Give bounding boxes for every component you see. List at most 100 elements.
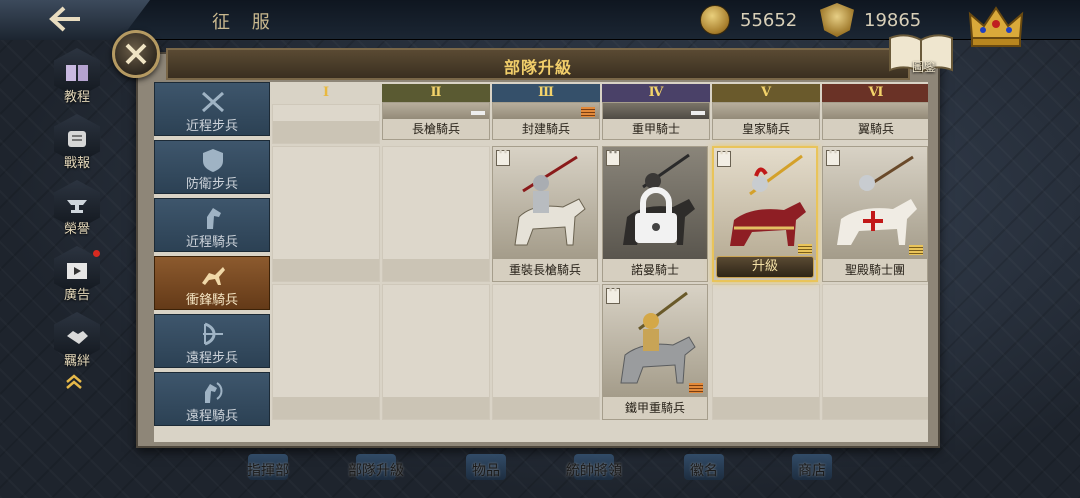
charging-horse-icon — [202, 267, 225, 285]
tower-icon — [606, 150, 620, 166]
grid-cell — [382, 284, 490, 420]
grid-cell — [382, 146, 490, 282]
scroll-icon — [68, 131, 86, 147]
unit-name: 封建騎兵 — [493, 119, 599, 139]
close-icon — [125, 43, 147, 65]
rank-badge-icon — [909, 245, 923, 255]
side-item-battle-report[interactable]: 戰報 — [54, 114, 100, 180]
unit-card-partial[interactable]: 翼騎兵 — [822, 102, 928, 140]
troop-upgrade-panel: 部隊升級 近程步兵 防衛步兵 近程騎兵 衝鋒騎兵 遠程步兵 遠程騎兵 Ⅰ Ⅱ Ⅲ… — [136, 48, 940, 448]
unit-card-partial[interactable]: 封建騎兵 — [492, 102, 600, 140]
anvil-icon — [67, 200, 87, 213]
grid-cell — [272, 284, 380, 420]
side-item-tutorial[interactable]: 教程 — [54, 48, 100, 114]
category-charge-cavalry[interactable]: 衝鋒騎兵 — [154, 256, 270, 310]
side-item-label: 戰報 — [63, 156, 90, 171]
screen-title: 征 服 — [212, 12, 278, 33]
category-ranged-cavalry[interactable]: 遠程騎兵 — [154, 372, 270, 426]
tab-emblem[interactable]: 徽名 — [654, 454, 754, 488]
tier-header-4: Ⅳ — [602, 84, 710, 102]
side-item-ads[interactable]: 廣告 — [54, 246, 100, 312]
book-icon — [66, 65, 88, 81]
category-label: 遠程步兵 — [185, 351, 238, 366]
film-icon — [67, 263, 87, 279]
tower-icon — [606, 288, 620, 304]
grid-cell — [822, 284, 928, 420]
tab-label: 商店 — [798, 463, 826, 479]
unit-card-norman-knight[interactable]: 諾曼騎士 — [602, 146, 708, 282]
upgrade-button[interactable]: 升級 — [716, 256, 814, 278]
category-defense-infantry[interactable]: 防衛步兵 — [154, 140, 270, 194]
unit-name: 諾曼騎士 — [603, 259, 707, 281]
tab-label: 徽名 — [690, 463, 718, 479]
unit-name: 皇家騎兵 — [713, 119, 819, 139]
category-label: 近程騎兵 — [185, 235, 238, 250]
tab-label: 指揮部 — [247, 463, 289, 479]
tower-icon — [717, 151, 731, 167]
category-melee-infantry[interactable]: 近程步兵 — [154, 82, 270, 136]
panel-title: 部隊升級 — [503, 58, 572, 77]
grid-cell — [712, 284, 820, 420]
unit-card-royal-knight[interactable]: 升級 — [712, 146, 818, 282]
shield-icon — [203, 149, 223, 172]
notification-dot — [93, 250, 100, 257]
tab-items[interactable]: 物品 — [436, 454, 536, 488]
tab-generals[interactable]: 統帥將領 — [544, 454, 644, 488]
unit-name: 重甲騎士 — [603, 119, 709, 139]
side-item-label: 羈絆 — [63, 354, 90, 369]
tab-troop-upgrade[interactable]: 部隊升級 — [326, 454, 426, 488]
category-label: 遠程騎兵 — [185, 409, 238, 424]
unit-name: 長槍騎兵 — [383, 119, 489, 139]
tier-header-2: Ⅱ — [382, 84, 490, 102]
bottom-nav: 指揮部 部隊升級 物品 統帥將領 徽名 商店 — [0, 450, 1080, 498]
grid-cell — [492, 284, 600, 420]
unit-card-partial[interactable]: 皇家騎兵 — [712, 102, 820, 140]
unit-name: 翼騎兵 — [823, 119, 928, 139]
rank-badge-icon — [798, 244, 812, 254]
tab-headquarters[interactable]: 指揮部 — [218, 454, 318, 488]
unit-name: 重裝長槍騎兵 — [493, 259, 597, 281]
tier-header-1: Ⅰ — [322, 85, 330, 100]
tier-header-5: Ⅴ — [712, 84, 820, 102]
unit-card-templar[interactable]: 聖殿騎士團 — [822, 146, 928, 282]
category-label: 衝鋒騎兵 — [185, 293, 238, 308]
side-item-bonds[interactable]: 羈絆 — [54, 312, 100, 378]
bow-icon — [203, 322, 223, 346]
chevron-up-icon[interactable] — [64, 372, 84, 392]
side-item-label: 教程 — [63, 90, 90, 105]
horse-head-icon — [207, 208, 221, 229]
side-item-label: 榮譽 — [63, 222, 90, 237]
gold-counter: 55652 — [700, 4, 797, 36]
unit-name: 聖殿騎士團 — [823, 259, 927, 281]
grid-cell — [272, 146, 380, 282]
unit-card-iron-cavalry[interactable]: 鐵甲重騎兵 — [602, 284, 708, 420]
side-menu: 教程 戰報 榮譽 廣告 羈絆 — [54, 48, 102, 378]
side-item-honor[interactable]: 榮譽 — [54, 180, 100, 246]
unit-card-partial[interactable]: 長槍騎兵 — [382, 102, 490, 140]
crown-icon[interactable] — [966, 2, 1026, 50]
category-label: 防衛步兵 — [185, 177, 238, 192]
gold-coin-icon — [700, 5, 730, 35]
close-button[interactable] — [112, 30, 160, 78]
handshake-icon — [67, 331, 88, 344]
tower-icon — [826, 150, 840, 166]
grid-cell — [272, 104, 380, 144]
lock-icon — [635, 187, 677, 243]
panel-header: 部隊升級 — [166, 48, 910, 80]
unit-card-heavy-lancer[interactable]: 重裝長槍騎兵 — [492, 146, 598, 282]
unit-card-partial[interactable]: 重甲騎士 — [602, 102, 710, 140]
upgrade-grid: 近程步兵 防衛步兵 近程騎兵 衝鋒騎兵 遠程步兵 遠程騎兵 Ⅰ Ⅱ Ⅲ Ⅳ Ⅴ … — [154, 82, 928, 442]
honor-crest-icon — [820, 3, 854, 37]
category-melee-cavalry[interactable]: 近程騎兵 — [154, 198, 270, 252]
tab-label: 物品 — [472, 463, 500, 479]
gold-value: 55652 — [740, 9, 798, 31]
tab-shop[interactable]: 商店 — [762, 454, 862, 488]
tab-label: 統帥將領 — [566, 463, 622, 479]
mounted-archer-icon — [205, 382, 223, 403]
rank-badge-icon — [689, 383, 703, 393]
crossed-swords-icon — [201, 91, 225, 113]
tier-header-3: Ⅲ — [492, 84, 600, 102]
category-list: 近程步兵 防衛步兵 近程騎兵 衝鋒騎兵 遠程步兵 遠程騎兵 — [154, 82, 270, 430]
codex-label: 圖鑒 — [912, 60, 937, 74]
category-ranged-infantry[interactable]: 遠程步兵 — [154, 314, 270, 368]
